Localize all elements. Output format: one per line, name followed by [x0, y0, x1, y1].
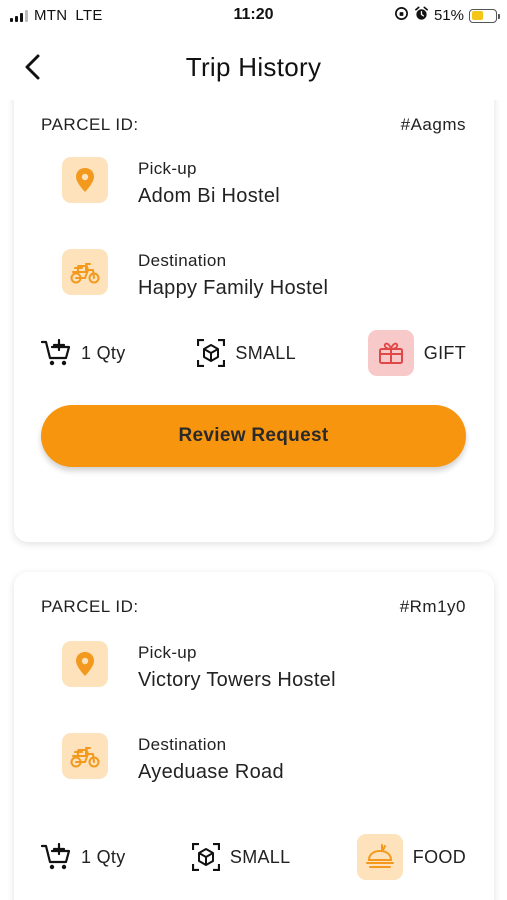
parcel-id-label: PARCEL ID:: [41, 597, 139, 616]
package-size-icon: [197, 339, 226, 367]
alarm-icon: [414, 6, 429, 25]
type-value: FOOD: [412, 846, 466, 867]
status-bar: MTN LTE 11:20 51%: [0, 0, 507, 32]
orientation-lock-icon: [394, 6, 409, 25]
app-header: Trip History: [0, 38, 507, 96]
destination-label: Destination: [138, 251, 227, 270]
type-value: GIFT: [423, 342, 466, 363]
parcel-id-label: PARCEL ID:: [41, 115, 139, 134]
quantity-value: 1 Qty: [81, 342, 126, 363]
quantity-value: 1 Qty: [81, 846, 126, 867]
type-item: FOOD: [356, 834, 466, 880]
location-pin-icon: [62, 157, 108, 203]
destination-value: Happy Family Hostel: [138, 277, 329, 299]
destination-value: Ayeduase Road: [138, 761, 284, 783]
parcel-meta-row: 1 Qty SMALL FOOD: [41, 834, 466, 880]
delivery-scooter-icon: [62, 733, 108, 779]
add-to-cart-icon: [41, 339, 71, 366]
food-icon: [356, 834, 403, 880]
parcel-id-row: PARCEL ID: #Aagms: [41, 115, 466, 135]
size-value: SMALL: [235, 342, 296, 363]
review-request-button[interactable]: Review Request: [41, 405, 466, 467]
pickup-row: Pick-up Victory Towers Hostel: [62, 639, 336, 692]
parcel-card: PARCEL ID: #Aagms Pick-up Adom Bi Hostel…: [14, 100, 494, 542]
size-item: SMALL: [197, 339, 296, 367]
pickup-value: Victory Towers Hostel: [138, 669, 336, 691]
battery-icon: [469, 8, 500, 23]
add-to-cart-icon: [41, 843, 71, 870]
pickup-label: Pick-up: [138, 159, 197, 178]
gift-icon: [367, 330, 414, 376]
destination-row: Destination Ayeduase Road: [62, 731, 284, 784]
location-pin-icon: [62, 641, 108, 687]
type-item: GIFT: [367, 330, 466, 376]
delivery-scooter-icon: [62, 249, 108, 295]
pickup-label: Pick-up: [138, 643, 197, 662]
size-item: SMALL: [191, 843, 291, 871]
battery-percent: 51%: [433, 7, 464, 24]
parcel-id-row: PARCEL ID: #Rm1y0: [41, 597, 466, 617]
parcel-card: PARCEL ID: #Rm1y0 Pick-up Victory Towers…: [14, 572, 494, 900]
destination-row: Destination Happy Family Hostel: [62, 247, 328, 300]
status-right: 51%: [394, 6, 500, 25]
parcel-meta-row: 1 Qty SMALL GIFT: [41, 330, 466, 376]
pickup-value: Adom Bi Hostel: [138, 185, 281, 207]
package-size-icon: [191, 843, 220, 871]
trip-list[interactable]: PARCEL ID: #Aagms Pick-up Adom Bi Hostel…: [0, 100, 507, 900]
quantity-item: 1 Qty: [41, 339, 126, 367]
parcel-id-value: #Aagms: [400, 115, 466, 134]
page-title: Trip History: [185, 52, 322, 82]
parcel-id-value: #Rm1y0: [399, 597, 466, 616]
pickup-row: Pick-up Adom Bi Hostel: [62, 155, 280, 208]
size-value: SMALL: [229, 846, 291, 867]
quantity-item: 1 Qty: [41, 843, 126, 871]
destination-label: Destination: [138, 735, 227, 754]
